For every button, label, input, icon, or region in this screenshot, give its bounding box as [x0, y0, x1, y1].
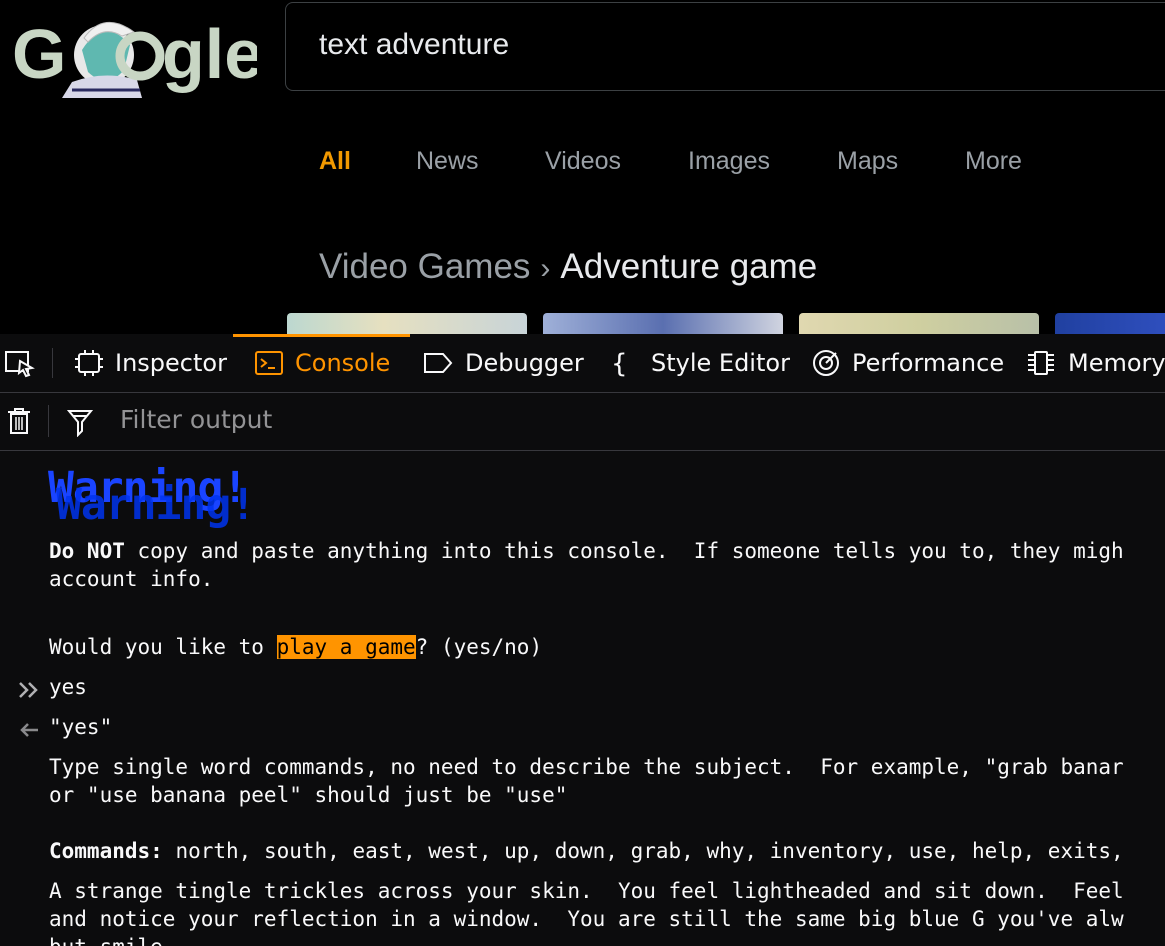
memory-icon: [1028, 351, 1054, 375]
console-input: yes: [49, 675, 87, 699]
inspector-icon: [75, 350, 103, 376]
breadcrumb-parent[interactable]: Video Games: [319, 247, 530, 286]
breadcrumb: Video Games › Adventure game: [319, 247, 817, 287]
question-text: ? (yes/no): [415, 635, 543, 659]
tab-more[interactable]: More: [965, 147, 1022, 176]
filter-icon: [66, 409, 94, 442]
result-arrow-icon: [18, 720, 40, 744]
console-message: Do NOT copy and paste anything into this…: [49, 537, 1124, 565]
console-message: Commands: north, south, east, west, up, …: [49, 837, 1124, 865]
thumbnail-image[interactable]: [799, 313, 1039, 335]
tab-inspector[interactable]: Inspector: [75, 334, 227, 392]
svg-text:G: G: [12, 15, 66, 93]
console-message: and notice your reflection in a window. …: [49, 907, 1124, 931]
svg-text:{ }: { }: [611, 349, 639, 377]
console-message: Would you like to play a game? (yes/no): [49, 633, 542, 661]
game-thumbnails: [0, 313, 1165, 335]
tab-images[interactable]: Images: [688, 147, 770, 176]
tab-console[interactable]: Console: [232, 334, 411, 392]
breadcrumb-current: Adventure game: [560, 247, 818, 286]
question-text: Would you like to: [49, 635, 277, 659]
console-output: Warning! Warning! Do NOT copy and paste …: [0, 451, 1165, 946]
warning-text-shadow: Warning!: [56, 480, 256, 530]
search-box[interactable]: text adventure: [285, 2, 1165, 91]
commands-list: north, south, east, west, up, down, grab…: [162, 839, 1124, 863]
tab-label: Memory: [1068, 349, 1165, 377]
tab-label: Debugger: [465, 349, 584, 377]
console-filter-bar: Filter output: [0, 393, 1165, 451]
filter-output-input[interactable]: Filter output: [120, 405, 272, 434]
filter-divider: [48, 405, 49, 437]
notice-bold-text: Do NOT: [49, 539, 125, 563]
commands-label: Commands:: [49, 839, 163, 863]
performance-icon: [813, 350, 839, 376]
notice-text: copy and paste anything into this consol…: [124, 539, 1124, 563]
console-icon: [255, 351, 283, 375]
console-message: or "use banana peel" should just be "use…: [49, 783, 568, 807]
toolbar-divider: [52, 348, 53, 378]
thumbnail-image[interactable]: [543, 313, 783, 335]
tab-label: Performance: [852, 349, 1005, 377]
tab-performance[interactable]: Performance: [812, 334, 1004, 392]
tab-label: Inspector: [115, 349, 227, 377]
google-doodle-logo[interactable]: G gle: [12, 10, 263, 100]
console-message: Type single word commands, no need to de…: [49, 755, 1124, 779]
braces-icon: { }: [611, 349, 639, 377]
trash-icon[interactable]: [6, 407, 32, 440]
tab-memory[interactable]: Memory: [1026, 334, 1165, 392]
breadcrumb-separator: ›: [540, 252, 551, 285]
thumbnail-image[interactable]: [287, 313, 527, 335]
tab-label: Console: [295, 349, 391, 377]
tab-debugger[interactable]: Debugger: [423, 334, 584, 392]
console-message: A strange tingle trickles across your sk…: [49, 879, 1124, 903]
tab-news[interactable]: News: [416, 147, 479, 176]
tab-all[interactable]: All: [319, 147, 351, 176]
tab-style-editor[interactable]: { } Style Editor: [611, 334, 790, 392]
thumbnail-image[interactable]: [1055, 313, 1165, 335]
devtools-panel: Inspector Console Debugger { } Style Edi…: [0, 334, 1165, 946]
warning-heading: Warning! Warning!: [48, 463, 308, 533]
element-picker-icon[interactable]: [4, 348, 36, 383]
svg-text:gle: gle: [162, 15, 257, 93]
tab-maps[interactable]: Maps: [837, 147, 898, 176]
tab-label: Style Editor: [651, 349, 790, 377]
tab-videos[interactable]: Videos: [545, 147, 621, 176]
highlighted-text: play a game: [276, 635, 416, 659]
input-prompt-icon: [18, 680, 40, 704]
search-input[interactable]: text adventure: [319, 28, 509, 62]
console-result: "yes": [49, 715, 113, 739]
debugger-icon: [424, 353, 453, 373]
console-message: account info.: [49, 567, 214, 591]
search-tabs: All News Videos Images Maps More: [0, 147, 1165, 179]
console-message: but smile: [49, 933, 163, 946]
devtools-toolbar: Inspector Console Debugger { } Style Edi…: [0, 334, 1165, 393]
